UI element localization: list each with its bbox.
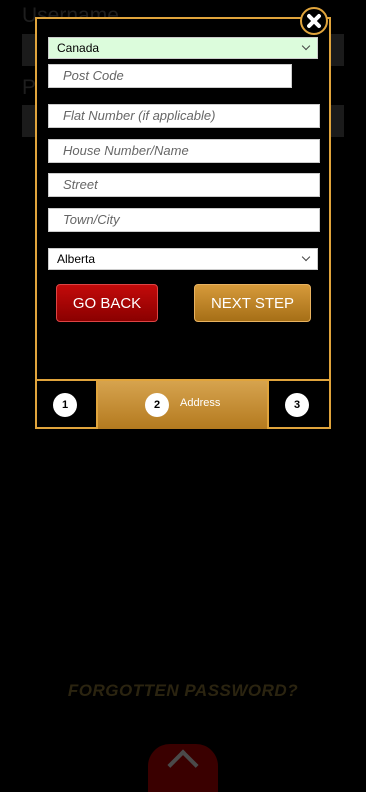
- bg-scroll-top-button: [148, 744, 218, 792]
- bg-password-label: P: [22, 76, 37, 99]
- step-3-badge: 3: [285, 393, 309, 417]
- chevron-up-icon: [167, 749, 199, 781]
- step-2-active: 2 Address: [96, 381, 269, 429]
- close-button[interactable]: [300, 7, 328, 35]
- house-number-input[interactable]: House Number/Name: [48, 139, 320, 163]
- region-select[interactable]: Alberta: [48, 248, 318, 270]
- go-back-button[interactable]: GO BACK: [56, 284, 158, 322]
- step-indicator: 1 2 Address 3: [37, 379, 329, 429]
- country-select-value: Canada: [57, 41, 100, 55]
- post-code-input[interactable]: Post Code: [48, 64, 292, 88]
- street-input[interactable]: Street: [48, 173, 320, 197]
- chevron-down-icon: [301, 252, 311, 262]
- step-2-label: Address: [180, 397, 221, 409]
- bg-forgotten-password-link: FORGOTTEN PASSWORD?: [67, 681, 299, 700]
- step-2-badge: 2: [145, 393, 169, 417]
- flat-number-input[interactable]: Flat Number (if applicable): [48, 104, 320, 128]
- region-select-value: Alberta: [57, 252, 96, 266]
- town-city-input[interactable]: Town/City: [48, 208, 320, 232]
- step-1-badge: 1: [53, 393, 77, 417]
- country-select[interactable]: Canada: [48, 37, 318, 59]
- address-modal: Canada Post Code Flat Number (if applica…: [35, 17, 331, 429]
- next-step-button[interactable]: NEXT STEP: [194, 284, 311, 322]
- chevron-down-icon: [301, 41, 311, 51]
